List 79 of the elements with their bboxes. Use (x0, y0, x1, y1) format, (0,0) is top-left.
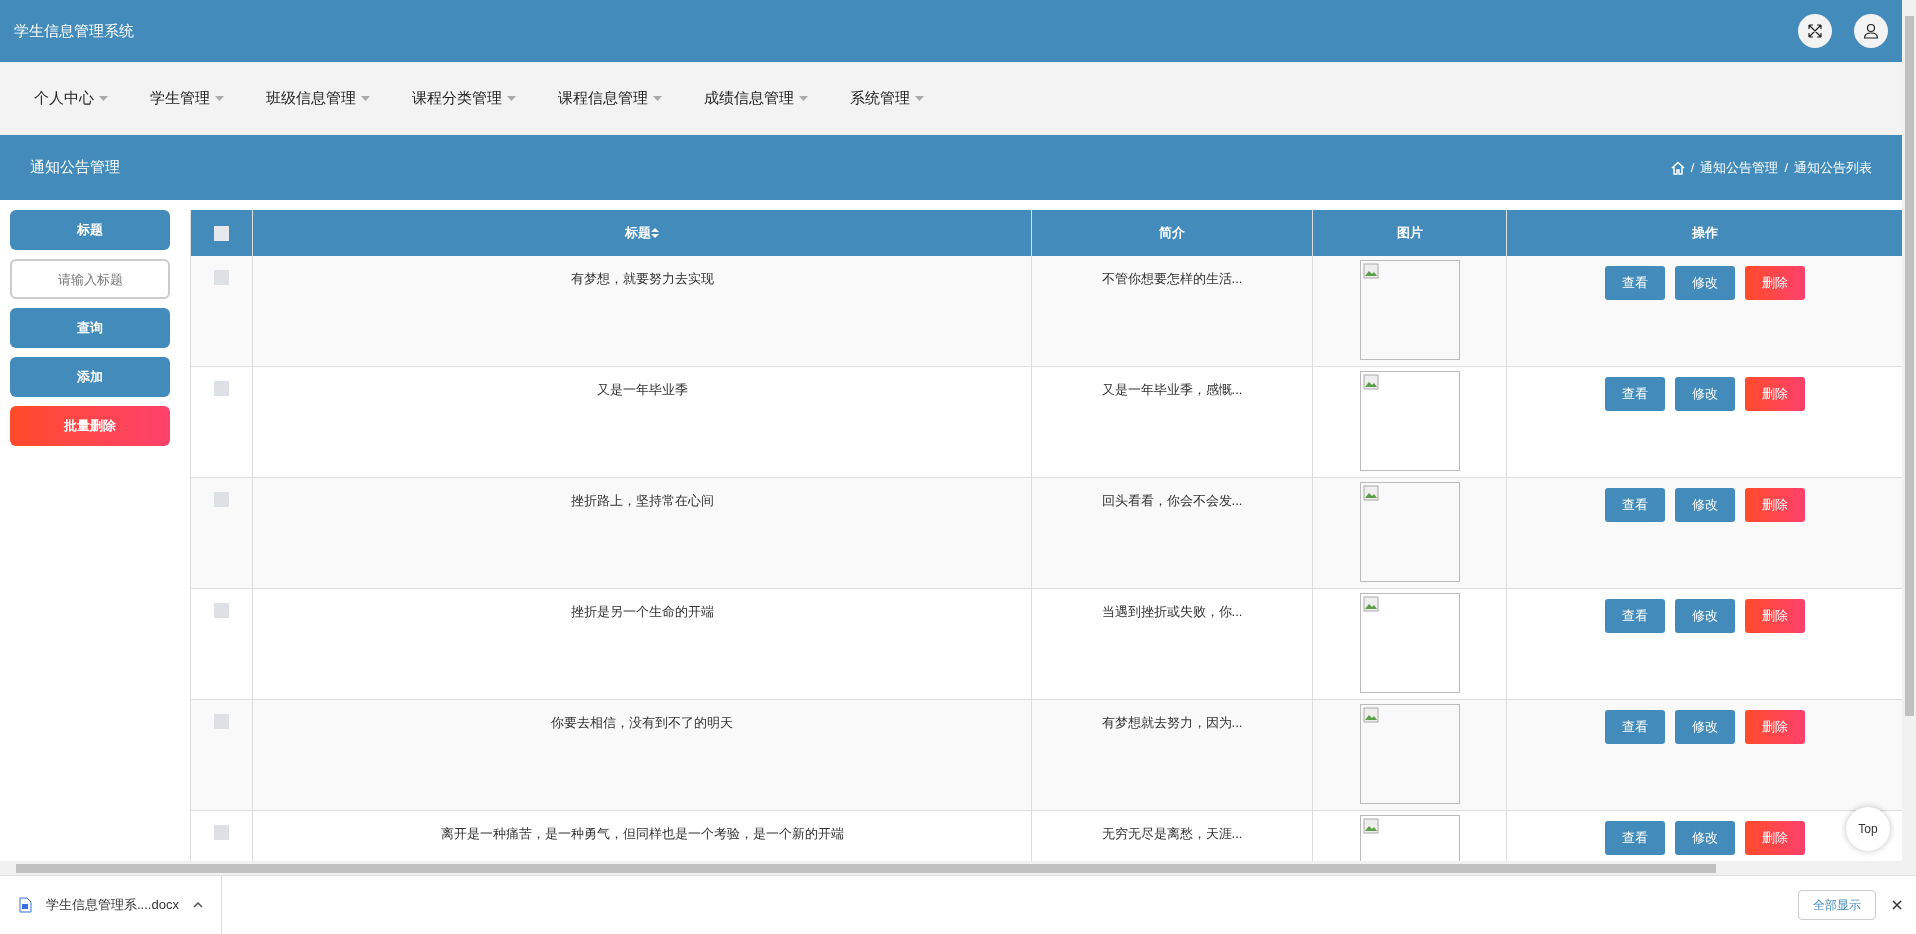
row-checkbox[interactable] (214, 825, 229, 840)
table-cell: 挫折路上，坚持常在心间 (570, 492, 714, 510)
row-checkbox[interactable] (214, 270, 229, 285)
nav-menu-item[interactable]: 班级信息管理 (266, 89, 370, 108)
caret-icon (507, 96, 516, 101)
table-cell: 又是一年毕业季 (596, 381, 688, 399)
delete-button[interactable]: 删除 (1744, 821, 1805, 855)
caret-icon (915, 96, 924, 101)
show-all-button[interactable]: 全部显示 (1798, 890, 1876, 920)
delete-button[interactable]: 删除 (1744, 599, 1805, 633)
app-title: 学生信息管理系统 (14, 21, 135, 41)
caret-icon (799, 96, 808, 101)
chevron-up-icon[interactable] (192, 902, 203, 908)
user-icon (1863, 23, 1879, 39)
nav-menu-item[interactable]: 系统管理 (850, 89, 924, 108)
nav-menu-item[interactable]: 课程分类管理 (412, 89, 516, 108)
table-cell: 无穷无尽是离愁，天涯... (1101, 825, 1243, 843)
row-checkbox[interactable] (214, 603, 229, 618)
table-cell: 你要去相信，没有到不了的明天 (551, 714, 733, 732)
action-button[interactable]: 查询 (10, 308, 170, 348)
nav-menu-item[interactable]: 学生管理 (150, 89, 224, 108)
table-cell: 当遇到挫折或失败，你... (1101, 603, 1243, 621)
field-label: 标题 (10, 210, 170, 250)
row-action-button[interactable]: 查看 (1604, 266, 1665, 300)
table-cell: 回头看看，你会不会发... (1101, 492, 1243, 510)
caret-icon (361, 96, 370, 101)
column-header: 操作 (1691, 224, 1718, 242)
user-button[interactable] (1854, 14, 1888, 48)
breadcrumb-separator: / (1784, 160, 1788, 175)
row-action-button[interactable]: 修改 (1674, 266, 1735, 300)
delete-button[interactable]: 删除 (1744, 266, 1805, 300)
row-action-button[interactable]: 修改 (1674, 488, 1735, 522)
delete-button[interactable]: 删除 (1744, 377, 1805, 411)
title-search-field[interactable]: 请输入标题 (10, 259, 170, 299)
vertical-scrollbar[interactable] (1902, 0, 1916, 861)
column-header: 简介 (1159, 224, 1185, 242)
batch-delete-button[interactable]: 批量删除 (10, 406, 170, 446)
caret-icon (653, 96, 662, 101)
document-icon (18, 897, 32, 913)
caret-icon (99, 96, 108, 101)
download-file-name[interactable]: 学生信息管理系....docx (46, 896, 179, 914)
row-action-button[interactable]: 查看 (1604, 599, 1665, 633)
row-action-button[interactable]: 查看 (1604, 710, 1665, 744)
row-action-button[interactable]: 修改 (1674, 710, 1735, 744)
row-action-button[interactable]: 查看 (1604, 377, 1665, 411)
delete-button[interactable]: 删除 (1744, 488, 1805, 522)
horizontal-scrollbar[interactable] (0, 861, 1916, 875)
table-cell: 有梦想，就要努力去实现 (570, 270, 714, 288)
column-header[interactable]: 标题 (625, 224, 651, 242)
nav-menu-item[interactable]: 个人中心 (34, 89, 108, 108)
column-header: 图片 (1396, 224, 1423, 242)
table-cell: 不管你想要怎样的生活... (1101, 270, 1243, 288)
home-icon[interactable] (1670, 160, 1685, 175)
sort-icon[interactable] (651, 228, 659, 238)
action-button[interactable]: 添加 (10, 357, 170, 397)
row-checkbox[interactable] (214, 714, 229, 729)
table-cell: 又是一年毕业季，感慨... (1101, 381, 1243, 399)
row-checkbox[interactable] (214, 492, 229, 507)
caret-icon (215, 96, 224, 101)
row-action-button[interactable]: 修改 (1674, 377, 1735, 411)
fullscreen-button[interactable] (1798, 14, 1832, 48)
row-action-button[interactable]: 修改 (1674, 821, 1735, 855)
row-action-button[interactable]: 修改 (1674, 599, 1735, 633)
delete-button[interactable]: 删除 (1744, 710, 1805, 744)
table-cell: 离开是一种痛苦，是一种勇气，但同样也是一个考验，是一个新的开端 (440, 825, 844, 843)
expand-icon (1807, 23, 1823, 39)
nav-menu-item[interactable]: 成绩信息管理 (704, 89, 808, 108)
breadcrumb-link[interactable]: 通知公告列表 (1794, 158, 1872, 177)
select-all-checkbox[interactable] (214, 225, 229, 241)
breadcrumb-link[interactable]: 通知公告管理 (1700, 158, 1779, 177)
row-action-button[interactable]: 查看 (1604, 488, 1665, 522)
table-cell: 挫折是另一个生命的开端 (570, 603, 714, 621)
table-cell: 有梦想就去努力，因为... (1101, 714, 1243, 732)
row-action-button[interactable]: 查看 (1604, 821, 1665, 855)
close-icon[interactable] (1892, 900, 1902, 910)
breadcrumb-separator: / (1690, 160, 1695, 175)
page-title: 通知公告管理 (30, 158, 120, 177)
row-checkbox[interactable] (214, 381, 229, 396)
nav-menu-item[interactable]: 课程信息管理 (558, 89, 662, 108)
